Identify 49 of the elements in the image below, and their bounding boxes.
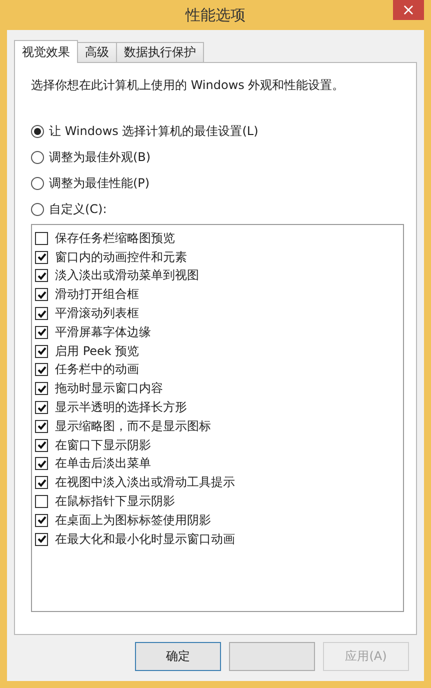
effect-option[interactable]: 淡入淡出或滑动菜单到视图 <box>35 266 400 286</box>
checkbox[interactable] <box>35 495 48 508</box>
radio-button[interactable] <box>31 176 44 190</box>
radio-button[interactable] <box>31 150 44 164</box>
checkbox[interactable] <box>35 401 48 414</box>
checkbox[interactable] <box>35 250 48 264</box>
checkbox[interactable] <box>35 307 48 320</box>
radio-option[interactable]: 让 Windows 选择计算机的最佳设置(L) <box>31 122 404 140</box>
checkbox[interactable] <box>35 382 48 396</box>
intro-text: 选择你想在此计算机上使用的 Windows 外观和性能设置。 <box>31 77 346 94</box>
checkbox[interactable] <box>35 288 48 302</box>
dialog-button[interactable]: 确定 <box>135 642 221 671</box>
radio-button[interactable] <box>31 124 44 138</box>
close-button[interactable]: × <box>393 0 424 20</box>
checkbox[interactable] <box>35 326 48 339</box>
effect-option[interactable]: 显示缩略图，而不是显示图标 <box>35 416 400 436</box>
checkbox[interactable] <box>35 457 48 470</box>
effect-option[interactable]: 在桌面上为图标标签使用阴影 <box>35 510 400 530</box>
effect-option[interactable]: 显示半透明的选择长方形 <box>35 398 400 417</box>
effect-option[interactable]: 在单击后淡出菜单 <box>35 454 400 474</box>
effect-option[interactable]: 在最大化和最小化时显示窗口动画 <box>35 530 400 549</box>
effect-option[interactable]: 滑动打开组合框 <box>35 285 400 304</box>
checkbox[interactable] <box>35 232 48 245</box>
checkbox[interactable] <box>35 476 48 490</box>
effect-option[interactable]: 平滑屏幕字体边缘 <box>35 322 400 342</box>
checkbox[interactable] <box>35 420 48 433</box>
checkbox[interactable] <box>35 438 48 452</box>
checkbox[interactable] <box>35 363 48 376</box>
checkbox[interactable] <box>35 269 48 282</box>
radio-button[interactable] <box>31 202 44 216</box>
tab[interactable]: 视觉效果 <box>14 40 78 63</box>
effect-option[interactable]: 任务栏中的动画 <box>35 360 400 380</box>
radio-option[interactable]: 自定义(C): <box>31 200 404 218</box>
radio-option[interactable]: 调整为最佳外观(B) <box>31 148 404 166</box>
effect-option[interactable]: 启用 Peek 预览 <box>35 342 400 361</box>
effect-option[interactable]: 窗口内的动画控件和元素 <box>35 248 400 267</box>
effect-option[interactable]: 拖动时显示窗口内容 <box>35 379 400 398</box>
window-title: 性能选项 <box>186 6 246 24</box>
tab[interactable]: 数据执行保护 <box>116 42 204 62</box>
effect-option[interactable]: 保存任务栏缩略图预览 <box>35 229 400 248</box>
tab[interactable]: 高级 <box>77 42 117 62</box>
checkbox[interactable] <box>35 514 48 527</box>
effect-option[interactable]: 在窗口下显示阴影 <box>35 436 400 455</box>
effect-option[interactable]: 平滑滚动列表框 <box>35 304 400 323</box>
radio-option[interactable]: 调整为最佳性能(P) <box>31 174 404 192</box>
checkbox[interactable] <box>35 344 48 358</box>
checkbox[interactable] <box>35 532 48 546</box>
effect-option[interactable]: 在鼠标指针下显示阴影 <box>35 492 400 511</box>
effect-option[interactable]: 在视图中淡入淡出或滑动工具提示 <box>35 473 400 492</box>
